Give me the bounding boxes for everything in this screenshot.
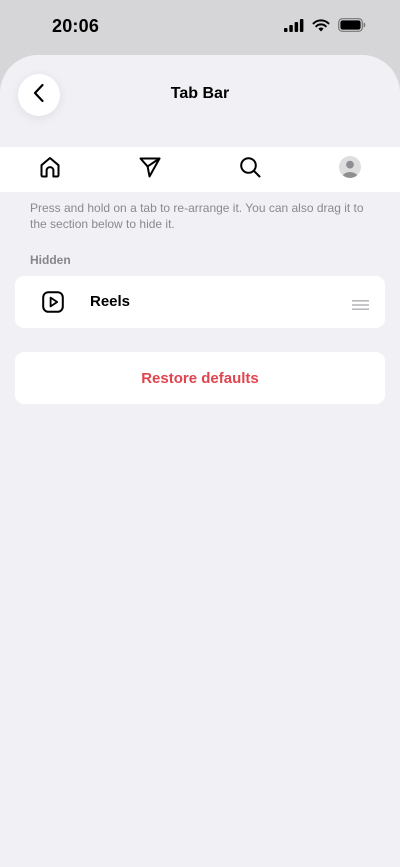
tab-profile[interactable] xyxy=(320,147,380,192)
status-icons xyxy=(284,18,366,37)
restore-defaults-button[interactable]: Restore defaults xyxy=(15,352,385,404)
avatar-icon xyxy=(338,155,362,184)
settings-sheet: Tab Bar Press and hold on a tab to re-ar… xyxy=(0,55,400,867)
tab-messages[interactable] xyxy=(120,147,180,192)
tab-search[interactable] xyxy=(220,147,280,192)
hidden-section-label: Hidden xyxy=(30,253,71,267)
page-title: Tab Bar xyxy=(170,85,230,102)
status-time: 20:06 xyxy=(52,16,100,36)
hidden-tab-label: Reels xyxy=(90,293,131,310)
tab-home[interactable] xyxy=(20,147,80,192)
home-icon xyxy=(38,155,62,184)
battery-icon xyxy=(338,18,366,37)
send-icon xyxy=(138,155,162,184)
drag-handle-icon[interactable] xyxy=(352,297,369,310)
reels-icon xyxy=(42,291,64,313)
tab-bar-preview xyxy=(0,147,400,192)
hidden-tab-item-reels[interactable]: Reels xyxy=(15,276,385,328)
wifi-icon xyxy=(312,18,330,37)
instructions-text: Press and hold on a tab to re-arrange it… xyxy=(30,201,364,231)
status-bar: 20:06 xyxy=(0,0,400,54)
search-icon xyxy=(238,155,262,184)
restore-defaults-label: Restore defaults xyxy=(141,369,259,387)
cellular-signal-icon xyxy=(284,18,304,37)
